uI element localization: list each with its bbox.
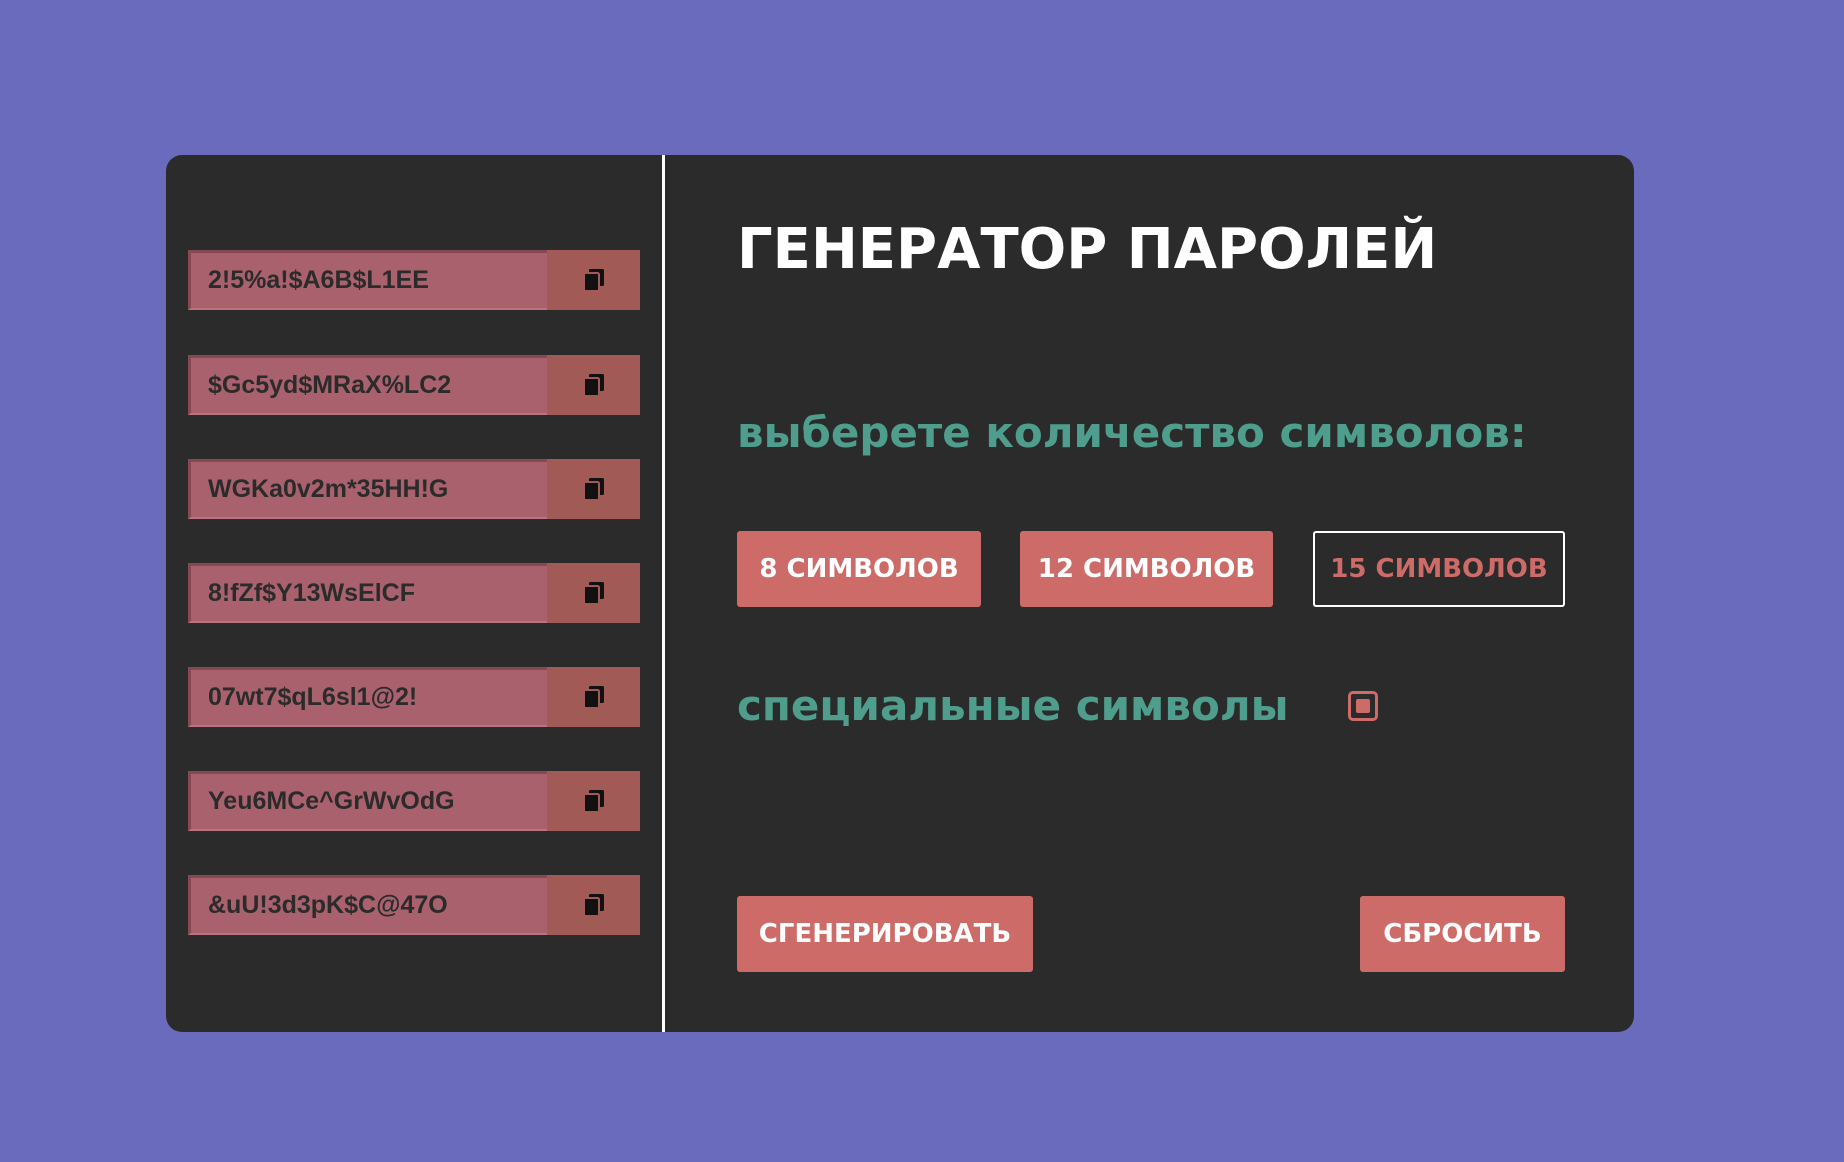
copy-icon [582, 374, 604, 397]
password-generator-card: 2!5%a!$A6B$L1EE $Gc5yd$MRaX%LC2 WGKa0v2m… [166, 155, 1634, 1032]
password-value[interactable]: 2!5%a!$A6B$L1EE [188, 250, 547, 310]
generated-passwords-list: 2!5%a!$A6B$L1EE $Gc5yd$MRaX%LC2 WGKa0v2m… [166, 155, 662, 1032]
password-item: $Gc5yd$MRaX%LC2 [188, 355, 640, 415]
page-title: ГЕНЕРАТОР ПАРОЛЕЙ [737, 217, 1438, 282]
copy-icon [582, 790, 604, 813]
password-item: 8!fZf$Y13WsElCF [188, 563, 640, 623]
length-prompt: выберете количество символов: [737, 408, 1527, 457]
password-value[interactable]: WGKa0v2m*35HH!G [188, 459, 547, 519]
copy-button[interactable] [547, 355, 640, 415]
length-12-button[interactable]: 12 СИМВОЛОВ [1020, 531, 1273, 607]
password-item: Yeu6MCe^GrWvOdG [188, 771, 640, 831]
length-15-button[interactable]: 15 СИМВОЛОВ [1313, 531, 1565, 607]
generator-settings-panel: ГЕНЕРАТОР ПАРОЛЕЙ выберете количество си… [665, 155, 1634, 1032]
copy-button[interactable] [547, 459, 640, 519]
copy-button[interactable] [547, 563, 640, 623]
copy-icon [582, 686, 604, 709]
reset-button[interactable]: СБРОСИТЬ [1360, 896, 1565, 972]
copy-button[interactable] [547, 667, 640, 727]
copy-button[interactable] [547, 771, 640, 831]
copy-button[interactable] [547, 250, 640, 310]
checkbox-checked-mark [1356, 699, 1370, 713]
special-chars-label: специальные символы [737, 681, 1289, 730]
password-item: &uU!3d3pK$C@47O [188, 875, 640, 935]
password-value[interactable]: 07wt7$qL6sl1@2! [188, 667, 547, 727]
length-8-button[interactable]: 8 СИМВОЛОВ [737, 531, 981, 607]
copy-icon [582, 894, 604, 917]
password-value[interactable]: Yeu6MCe^GrWvOdG [188, 771, 547, 831]
copy-icon [582, 478, 604, 501]
password-item: WGKa0v2m*35HH!G [188, 459, 640, 519]
special-chars-checkbox[interactable] [1348, 691, 1378, 721]
password-item: 07wt7$qL6sl1@2! [188, 667, 640, 727]
password-value[interactable]: $Gc5yd$MRaX%LC2 [188, 355, 547, 415]
generate-button[interactable]: СГЕНЕРИРОВАТЬ [737, 896, 1033, 972]
copy-button[interactable] [547, 875, 640, 935]
password-value[interactable]: &uU!3d3pK$C@47O [188, 875, 547, 935]
password-item: 2!5%a!$A6B$L1EE [188, 250, 640, 310]
copy-icon [582, 269, 604, 292]
password-value[interactable]: 8!fZf$Y13WsElCF [188, 563, 547, 623]
copy-icon [582, 582, 604, 605]
